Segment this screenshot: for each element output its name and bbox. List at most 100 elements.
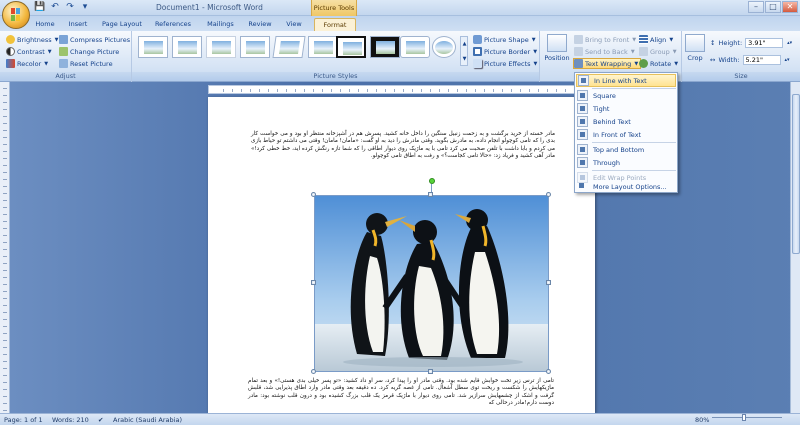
tab-review[interactable]: Review [245, 18, 275, 31]
height-field[interactable] [745, 38, 784, 48]
change-picture-button[interactable]: Change Picture [59, 46, 119, 57]
tab-page-layout[interactable]: Page Layout [99, 18, 145, 31]
picture-style-thumb[interactable] [400, 36, 430, 58]
bring-to-front-button[interactable]: Bring to Front ▼ [574, 34, 636, 45]
chevron-down-icon: ▼ [533, 48, 538, 55]
wrap-through-icon [577, 157, 588, 168]
text-wrapping-button[interactable]: Text Wrapping ▼ [573, 58, 642, 69]
compress-pictures-button[interactable]: Compress Pictures [59, 34, 130, 45]
vertical-scrollbar[interactable] [790, 82, 800, 413]
menu-item-tight[interactable]: Tight [576, 102, 676, 115]
position-button[interactable]: Position [543, 34, 571, 62]
zoom-slider[interactable] [712, 414, 782, 423]
zoom-level[interactable]: 80% [695, 416, 709, 424]
redo-icon[interactable]: ↷ [64, 2, 76, 13]
minimize-button[interactable]: – [748, 1, 764, 13]
selected-picture[interactable] [314, 195, 549, 372]
ribbon-tab-bar: Home Insert Page Layout References Maili… [0, 16, 800, 31]
tab-home[interactable]: Home [32, 18, 58, 31]
word-count[interactable]: Words: 210 [52, 416, 89, 424]
picture-border-button[interactable]: Picture Border ▼ [473, 46, 537, 57]
align-button[interactable]: Align ▼ [639, 34, 673, 45]
picture-style-preview [178, 41, 197, 54]
page-count[interactable]: Page: 1 of 1 [4, 416, 43, 424]
resize-handle-nw[interactable] [311, 192, 316, 197]
recolor-icon [6, 59, 15, 68]
send-to-back-button[interactable]: Send to Back ▼ [574, 46, 635, 57]
crop-button[interactable]: Crop [684, 34, 706, 62]
window-title: Document1 - Microsoft Word [156, 3, 263, 12]
resize-handle-w[interactable] [311, 280, 316, 285]
height-row: ↕ Height: ▴▾ [710, 38, 792, 48]
height-spinner[interactable]: ▴▾ [787, 40, 792, 46]
close-button[interactable]: ✕ [782, 1, 798, 13]
menu-item-top-and-bottom[interactable]: Top and Bottom [576, 143, 676, 156]
width-spinner[interactable]: ▴▾ [785, 57, 790, 63]
menu-item-behind-text[interactable]: Behind Text [576, 115, 676, 128]
shape-icon [473, 35, 482, 44]
maximize-button[interactable]: □ [765, 1, 781, 13]
rotate-button[interactable]: Rotate ▼ [639, 58, 678, 69]
wrap-inline-icon [578, 75, 589, 86]
chevron-down-icon: ▼ [669, 36, 674, 43]
resize-handle-e[interactable] [546, 280, 551, 285]
tab-references[interactable]: References [153, 18, 193, 31]
scrollbar-thumb[interactable] [792, 94, 800, 254]
chevron-down-icon: ▼ [674, 60, 679, 67]
tab-insert[interactable]: Insert [66, 18, 90, 31]
picture-style-thumb[interactable] [308, 36, 338, 58]
picture-style-thumb[interactable] [272, 36, 306, 58]
size-group: Crop ↕ Height: ▴▾ ↔ Width: ▴▾ Size [682, 31, 800, 82]
reset-icon [59, 59, 68, 68]
menu-item-more-layout-options[interactable]: More Layout Options... [576, 180, 676, 193]
save-icon[interactable]: 💾 [34, 2, 46, 13]
picture-style-thumb[interactable] [138, 36, 168, 58]
resize-handle-n[interactable] [428, 192, 433, 197]
undo-icon[interactable]: ↶ [49, 2, 61, 13]
zoom-slider-knob[interactable] [742, 414, 746, 421]
picture-style-thumb[interactable] [172, 36, 202, 58]
picture-effects-button[interactable]: Picture Effects ▼ [473, 58, 537, 69]
resize-handle-s[interactable] [428, 369, 433, 374]
language[interactable]: Arabic (Saudi Arabia) [113, 416, 182, 424]
menu-item-through[interactable]: Through [576, 156, 676, 169]
picture-style-thumb[interactable] [206, 36, 236, 58]
picture-style-preview [144, 41, 163, 54]
menu-item-in-line-with-text[interactable]: In Line with Text [576, 74, 676, 87]
paragraph[interactable]: مادر خسته از خرید برگشت و به زحمت زنبیل … [251, 131, 555, 160]
office-button[interactable] [2, 1, 30, 29]
picture-style-preview [376, 41, 395, 54]
picture-shape-button[interactable]: Picture Shape ▼ [473, 34, 536, 45]
resize-handle-se[interactable] [546, 369, 551, 374]
tab-mailings[interactable]: Mailings [203, 18, 238, 31]
wrap-top-bottom-icon [577, 144, 588, 155]
paragraph[interactable]: تامی از ترس زیر تخت خوابش قایم شده بود. … [248, 378, 554, 407]
wrap-front-icon [577, 129, 588, 140]
border-icon [473, 47, 482, 56]
customize-qat-icon[interactable]: ▾ [79, 2, 91, 13]
recolor-button[interactable]: Recolor ▼ [6, 58, 48, 69]
tab-view[interactable]: View [283, 18, 305, 31]
picture-style-preview [435, 41, 453, 54]
vertical-ruler [0, 82, 10, 413]
menu-item-in-front-of-text[interactable]: In Front of Text [576, 128, 676, 141]
group-button[interactable]: Group ▼ [639, 46, 677, 57]
picture-style-thumb[interactable] [432, 36, 456, 58]
reset-picture-button[interactable]: Reset Picture [59, 58, 113, 69]
status-bar: Page: 1 of 1 Words: 210 ✔ Arabic (Saudi … [0, 413, 800, 425]
width-icon: ↔ [710, 56, 716, 64]
picture-styles-group: ▲ ▼ Picture Shape ▼ Picture Border ▼ Pictu… [132, 31, 540, 82]
menu-item-square[interactable]: Square [576, 89, 676, 102]
picture-style-thumb[interactable] [240, 36, 270, 58]
gallery-scroll[interactable]: ▲ ▼ [460, 36, 468, 66]
contrast-button[interactable]: Contrast ▼ [6, 46, 52, 57]
proofing-icon[interactable]: ✔ [98, 416, 103, 424]
rotate-handle[interactable] [429, 178, 435, 184]
tab-format[interactable]: Format [314, 18, 356, 31]
picture-style-thumb[interactable] [370, 36, 400, 58]
width-field[interactable] [742, 55, 781, 65]
resize-handle-ne[interactable] [546, 192, 551, 197]
resize-handle-sw[interactable] [311, 369, 316, 374]
picture-style-thumb[interactable] [336, 36, 366, 58]
brightness-button[interactable]: Brightness ▼ [6, 34, 58, 45]
